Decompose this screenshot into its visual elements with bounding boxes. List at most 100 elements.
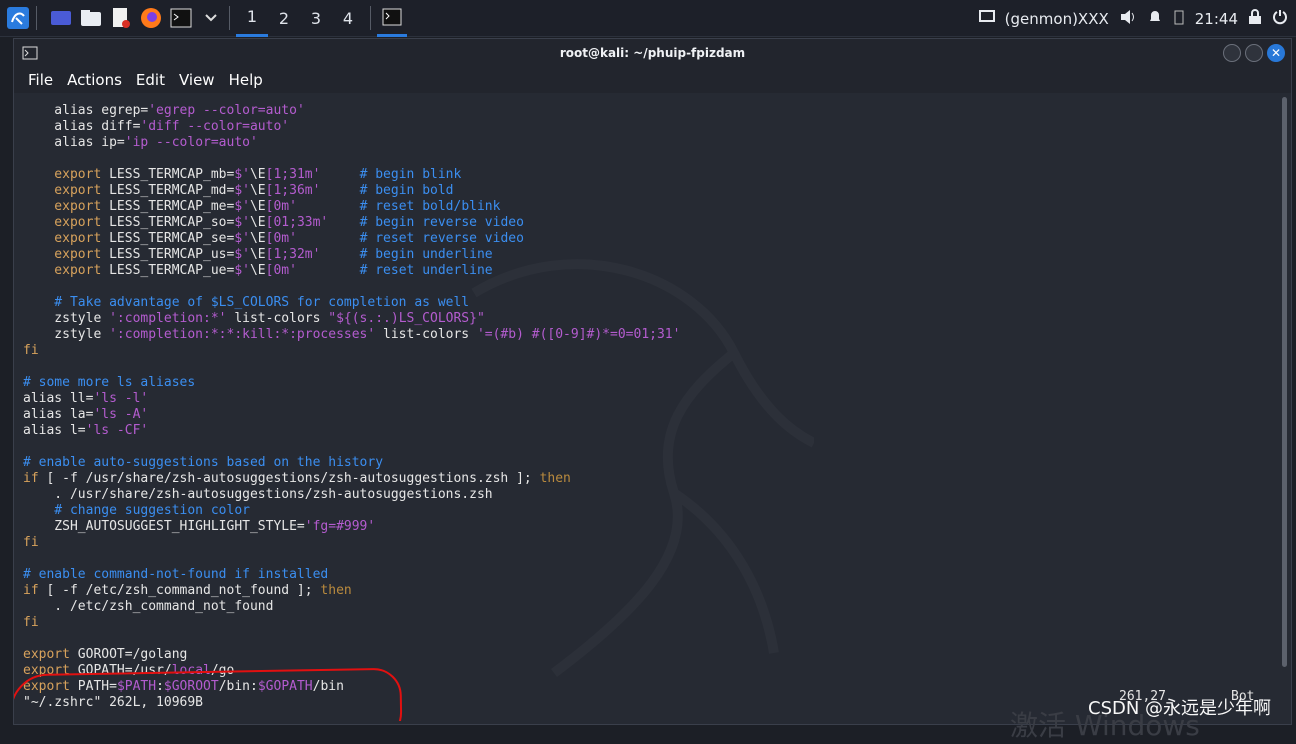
- terminal-token: export: [23, 263, 110, 278]
- scrollbar[interactable]: [1282, 97, 1287, 667]
- lock-icon[interactable]: [1248, 8, 1262, 29]
- volume-icon[interactable]: [1119, 9, 1137, 29]
- terminal-token: 'diff --color=auto': [140, 119, 290, 134]
- terminal-token: export: [23, 167, 110, 182]
- terminal-token: alias ll=: [23, 391, 94, 406]
- terminal-token: LESS_TERMCAP_us=: [109, 247, 235, 262]
- terminal-line: export LESS_TERMCAP_me=$'\E[0m' # reset …: [23, 199, 500, 215]
- notification-bell-icon[interactable]: [1147, 9, 1163, 29]
- terminal-token: [0m': [265, 199, 297, 214]
- terminal-token: [0m': [265, 263, 297, 278]
- terminal-token: 'ip --color=auto': [124, 135, 258, 150]
- terminal-token: export: [23, 247, 110, 262]
- terminal-token: 'ls -CF': [85, 423, 149, 438]
- terminal-token: 'egrep --color=auto': [148, 103, 305, 118]
- terminal-token: export: [23, 647, 78, 662]
- workspace-4[interactable]: 4: [332, 0, 364, 37]
- genmon-label[interactable]: (genmon)XXX: [1005, 10, 1109, 28]
- terminal-token: $': [234, 247, 250, 262]
- terminal-token: '=(#b) #([0-9]#)*=0=01;31': [476, 327, 681, 342]
- terminal-token: LESS_TERMCAP_mb=: [109, 167, 235, 182]
- terminal-token: $': [234, 167, 250, 182]
- kali-menu-icon[interactable]: [6, 6, 30, 30]
- terminal-token: [1;31m': [265, 167, 321, 182]
- monitor-icon[interactable]: [978, 9, 995, 28]
- menu-edit[interactable]: Edit: [136, 71, 165, 89]
- text-editor-icon[interactable]: [109, 6, 133, 30]
- window-titlebar[interactable]: root@kali: ~/phuip-fpizdam ✕: [14, 39, 1291, 67]
- desktop-icon[interactable]: [49, 6, 73, 30]
- terminal-token: 'ls -l': [93, 391, 149, 406]
- terminal-token: LESS_TERMCAP_se=: [109, 231, 235, 246]
- terminal-token: ':completion:*': [109, 311, 227, 326]
- terminal-token: # begin bold: [359, 183, 454, 198]
- terminal-line: fi: [23, 343, 39, 359]
- terminal-token: # reset bold/blink: [359, 199, 501, 214]
- terminal-token: # Take advantage of $LS_COLORS for compl…: [23, 295, 470, 310]
- logout-icon[interactable]: [1272, 9, 1288, 29]
- terminal-window-icon: [22, 45, 38, 64]
- terminal-token: [01;33m': [265, 215, 329, 230]
- terminal-launcher-icon[interactable]: [169, 6, 193, 30]
- workspace-1[interactable]: 1: [236, 0, 268, 37]
- terminal-token: \E: [249, 231, 266, 246]
- terminal-line: export LESS_TERMCAP_us=$'\E[1;32m' # beg…: [23, 247, 492, 263]
- maximize-button[interactable]: [1245, 44, 1263, 62]
- terminal-token: ZSH_AUTOSUGGEST_HIGHLIGHT_STYLE=: [23, 519, 305, 534]
- minimize-button[interactable]: [1223, 44, 1241, 62]
- close-button[interactable]: ✕: [1267, 44, 1285, 62]
- terminal-token: \E: [249, 215, 266, 230]
- terminal-line: # enable command-not-found if installed: [23, 567, 328, 583]
- terminal-line: fi: [23, 615, 39, 631]
- terminal-line: # some more ls aliases: [23, 375, 195, 391]
- taskbar: 1 2 3 4 (genmon)XXX 21:44: [0, 0, 1296, 37]
- terminal-token: # begin blink: [359, 167, 462, 182]
- terminal-line: alias la='ls -A': [23, 407, 148, 423]
- terminal-line: export LESS_TERMCAP_se=$'\E[0m' # reset …: [23, 231, 524, 247]
- terminal-token: \E: [249, 247, 266, 262]
- terminal-token: export: [23, 231, 110, 246]
- terminal-line: alias diff='diff --color=auto': [23, 119, 289, 135]
- terminal-line: alias egrep='egrep --color=auto': [23, 103, 305, 119]
- terminal-token: zstyle: [23, 327, 110, 342]
- terminal-token: export: [23, 215, 110, 230]
- terminal-line: if [ -f /etc/zsh_command_not_found ]; th…: [23, 583, 352, 599]
- terminal-line: fi: [23, 535, 39, 551]
- battery-icon[interactable]: [1173, 9, 1185, 29]
- terminal-token: # change suggestion color: [23, 503, 250, 518]
- terminal-token: $': [234, 199, 250, 214]
- separator: [36, 6, 37, 30]
- workspace-2[interactable]: 2: [268, 0, 300, 37]
- terminal-line: # Take advantage of $LS_COLORS for compl…: [23, 295, 469, 311]
- terminal-token: LESS_TERMCAP_me=: [109, 199, 235, 214]
- terminal-token: alias egrep=: [23, 103, 149, 118]
- system-tray: (genmon)XXX 21:44: [969, 0, 1288, 37]
- menu-view[interactable]: View: [179, 71, 215, 89]
- window-controls: ✕: [1219, 44, 1285, 62]
- chevron-down-icon[interactable]: [199, 6, 223, 30]
- clock[interactable]: 21:44: [1195, 10, 1238, 28]
- workspace-3[interactable]: 3: [300, 0, 332, 37]
- terminal-line: alias ll='ls -l': [23, 391, 148, 407]
- terminal-content[interactable]: alias egrep='egrep --color=auto' alias d…: [14, 93, 1279, 721]
- terminal-line: zstyle ':completion:*:*:kill:*:processes…: [23, 327, 680, 343]
- terminal-line: # enable auto-suggestions based on the h…: [23, 455, 383, 471]
- separator: [229, 6, 230, 30]
- terminal-token: LESS_TERMCAP_ue=: [109, 263, 235, 278]
- file-manager-icon[interactable]: [79, 6, 103, 30]
- terminal-token: fi: [23, 535, 39, 550]
- terminal-token: [0m': [265, 231, 297, 246]
- menu-help[interactable]: Help: [229, 71, 263, 89]
- terminal-token: . /etc/zsh_command_not_found: [23, 599, 274, 614]
- menu-actions[interactable]: Actions: [67, 71, 122, 89]
- firefox-icon[interactable]: [139, 6, 163, 30]
- terminal-line: export GOROOT=/golang: [23, 647, 187, 663]
- menu-file[interactable]: File: [28, 71, 53, 89]
- terminal-token: 'fg=#999': [304, 519, 376, 534]
- terminal-token: then: [539, 471, 571, 486]
- terminal-task-icon[interactable]: [377, 0, 407, 37]
- terminal-token: $': [234, 215, 250, 230]
